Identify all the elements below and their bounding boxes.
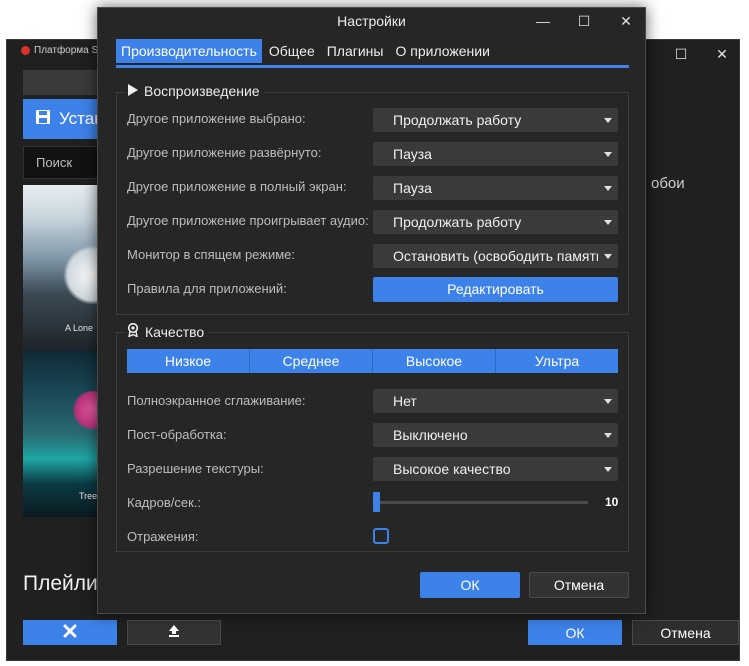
wrench-tools-button[interactable]: [23, 620, 117, 645]
quality-presets: Низкое Среднее Высокое Ультра: [127, 349, 618, 373]
post-processing-label: Пост-обработка:: [127, 427, 227, 442]
chevron-down-icon: [604, 399, 612, 404]
install-button[interactable]: Устан: [23, 99, 103, 139]
app-maximized-select[interactable]: Пауза: [373, 142, 618, 166]
app-fullscreen-select[interactable]: Пауза: [373, 176, 618, 200]
app-focused-label: Другое приложение выбрано:: [127, 111, 306, 126]
app-audio-value: Продолжать работу: [393, 214, 522, 230]
wallpaper-thumbnail-title: A Lone: [65, 323, 94, 333]
app-audio-label: Другое приложение проигрывает аудио:: [127, 213, 369, 228]
app-logo-icon: [21, 46, 30, 55]
preset-high-button[interactable]: Высокое: [373, 349, 496, 373]
minimize-icon[interactable]: —: [532, 11, 554, 31]
upload-button[interactable]: [127, 620, 221, 645]
quality-group-header: Качество: [125, 322, 209, 340]
app-fullscreen-label: Другое приложение в полный экран:: [127, 179, 347, 194]
app-rules-label: Правила для приложений:: [127, 281, 287, 296]
texture-resolution-select[interactable]: Высокое качество: [373, 457, 618, 481]
playback-group: Воспроизведение Другое приложение выбран…: [116, 83, 629, 315]
app-maximized-label: Другое приложение развёрнуто:: [127, 145, 322, 160]
wallpaper-thumbnail[interactable]: Tree: [23, 351, 103, 517]
app-audio-select[interactable]: Продолжать работу: [373, 210, 618, 234]
msaa-label: Полноэкранное сглаживание:: [127, 393, 306, 408]
quality-medal-icon: [127, 322, 139, 340]
preset-ultra-button[interactable]: Ультра: [496, 349, 618, 373]
play-icon: [127, 83, 138, 99]
fps-slider-handle[interactable]: [373, 492, 380, 512]
app-maximized-value: Пауза: [393, 146, 432, 162]
search-input[interactable]: Поиск: [23, 146, 103, 179]
fps-value: 10: [605, 495, 619, 509]
chevron-down-icon: [604, 220, 612, 225]
app-focused-select[interactable]: Продолжать работу: [373, 108, 618, 132]
ok-button[interactable]: ОК: [420, 572, 520, 598]
msaa-value: Нет: [393, 393, 417, 409]
post-processing-value: Выключено: [393, 427, 468, 443]
main-ok-button[interactable]: ОК: [528, 620, 622, 645]
chevron-down-icon: [604, 186, 612, 191]
preset-medium-button[interactable]: Среднее: [250, 349, 373, 373]
reflections-checkbox[interactable]: [373, 528, 389, 544]
toolbar-strip[interactable]: [23, 70, 103, 95]
main-window-title-text: Платформа Sl: [34, 45, 101, 56]
cancel-button[interactable]: Отмена: [529, 572, 629, 598]
chevron-down-icon: [604, 467, 612, 472]
side-text: обои: [651, 175, 685, 192]
save-icon: [35, 109, 51, 130]
monitor-sleep-label: Монитор в спящем режиме:: [127, 247, 296, 262]
playback-header-text: Воспроизведение: [144, 83, 260, 99]
tab-performance[interactable]: Производительность: [116, 39, 262, 63]
search-placeholder: Поиск: [36, 155, 73, 170]
texture-resolution-value: Высокое качество: [393, 461, 511, 477]
wallpaper-thumbnail[interactable]: A Lone: [23, 185, 103, 351]
tab-about[interactable]: О приложении: [390, 39, 494, 63]
app-fullscreen-value: Пауза: [393, 180, 432, 196]
chevron-down-icon: [604, 152, 612, 157]
settings-dialog: Настройки — ☐ ✕ Производительность Общее…: [97, 7, 646, 614]
chevron-down-icon: [604, 254, 612, 259]
main-window-title: Платформа Sl: [21, 45, 100, 56]
monitor-sleep-select[interactable]: Остановить (освободить память): [373, 244, 618, 268]
main-cancel-button[interactable]: Отмена: [632, 620, 739, 645]
playlist-heading: Плейли: [23, 572, 98, 595]
close-icon[interactable]: ✕: [615, 11, 637, 31]
quality-header-text: Качество: [145, 323, 205, 340]
monitor-sleep-value: Остановить (освободить память): [393, 248, 598, 264]
fps-slider-track[interactable]: [373, 501, 588, 504]
fps-label: Кадров/сек.:: [127, 495, 202, 510]
tools-icon: [63, 624, 77, 641]
maximize-icon[interactable]: ☐: [671, 44, 691, 64]
upload-icon: [167, 624, 181, 641]
close-icon[interactable]: ✕: [712, 44, 732, 64]
preset-low-button[interactable]: Низкое: [127, 349, 250, 373]
msaa-select[interactable]: Нет: [373, 389, 618, 413]
reflections-label: Отражения:: [127, 529, 199, 544]
settings-tabs: Производительность Общее Плагины О прило…: [116, 39, 629, 68]
edit-rules-button[interactable]: Редактировать: [373, 277, 618, 302]
chevron-down-icon: [604, 433, 612, 438]
chevron-down-icon: [604, 118, 612, 123]
maximize-icon[interactable]: ☐: [573, 11, 595, 31]
tab-general[interactable]: Общее: [264, 39, 320, 63]
dialog-title: Настройки: [337, 13, 406, 29]
post-processing-select[interactable]: Выключено: [373, 423, 618, 447]
playback-group-header: Воспроизведение: [125, 83, 264, 99]
quality-group: Качество Низкое Среднее Высокое Ультра П…: [116, 322, 629, 552]
tab-plugins[interactable]: Плагины: [322, 39, 389, 63]
app-focused-value: Продолжать работу: [393, 112, 522, 128]
texture-resolution-label: Разрешение текстуры:: [127, 461, 264, 476]
wallpaper-thumbnail-title: Tree: [79, 491, 98, 501]
